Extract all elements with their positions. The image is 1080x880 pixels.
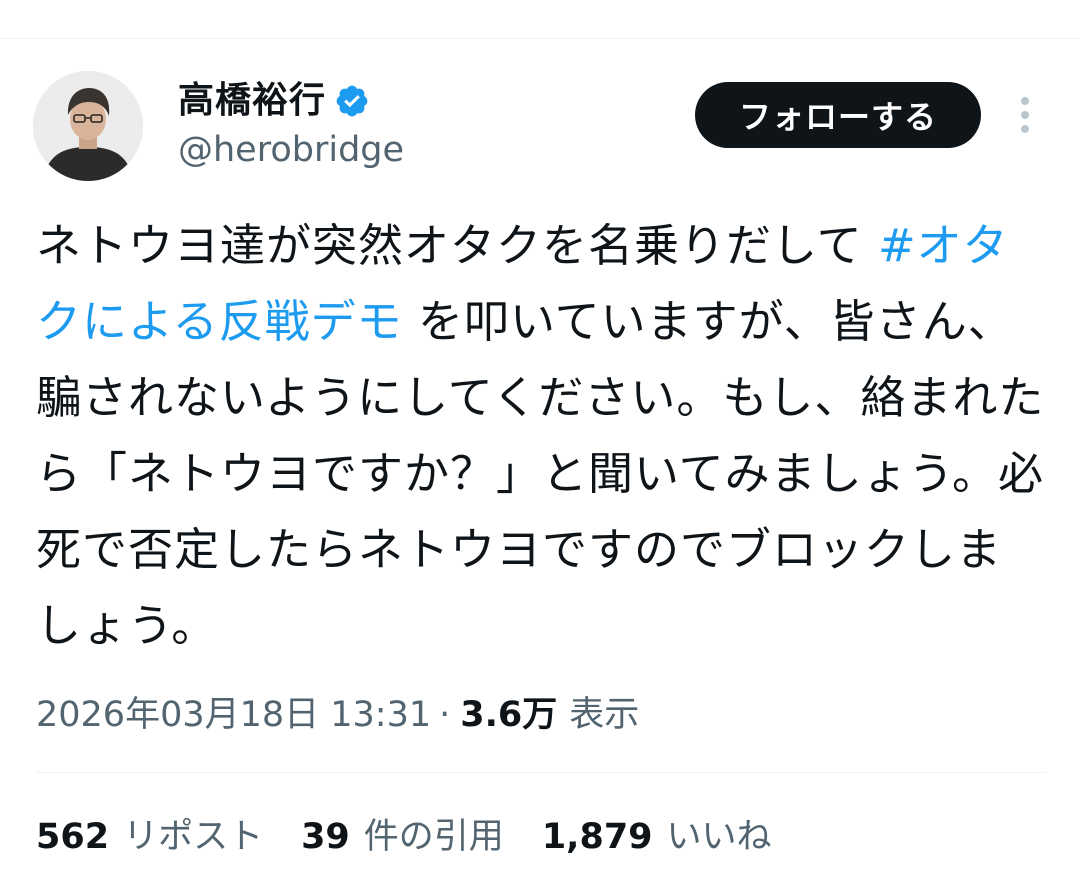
more-dot <box>1021 97 1029 105</box>
tweet-text-part: を叩いていますが、皆さん、騙されないようにしてください。もし、絡まれたら「ネトウ… <box>36 295 1045 652</box>
avatar-photo <box>33 71 143 181</box>
quotes-label: 件の引用 <box>363 817 504 857</box>
stats-divider <box>36 772 1046 773</box>
more-dot <box>1021 111 1029 119</box>
quotes-stat[interactable]: 39 件の引用 <box>301 812 504 862</box>
engagement-stats: 562 リポスト 39 件の引用 1,879 いいね <box>36 812 810 862</box>
reposts-count: 562 <box>36 817 110 857</box>
reposts-stat[interactable]: 562 リポスト <box>36 812 263 862</box>
avatar[interactable] <box>33 71 143 181</box>
verified-badge-icon <box>336 85 368 117</box>
reposts-label: リポスト <box>123 817 264 857</box>
author-display-name[interactable]: 高橋裕行 <box>178 75 326 127</box>
likes-stat[interactable]: 1,879 いいね <box>542 812 772 862</box>
views-count: 3.6万 <box>460 695 558 735</box>
tweet-detail-page: 高橋裕行 @herobridge フォローする ネトウヨ達が突然オタクを名乗りだ… <box>0 0 1080 880</box>
tweet-text-part: ネトウヨ達が突然オタクを名乗りだして <box>36 219 878 272</box>
top-divider <box>0 38 1080 39</box>
follow-button[interactable]: フォローする <box>695 82 981 148</box>
tweet-text: ネトウヨ達が突然オタクを名乗りだして #オタクによる反戦デモ を叩いていますが、… <box>36 208 1046 664</box>
views-label: 表示 <box>569 695 640 735</box>
tweet-meta: 2026年03月18日 13:31 · 3.6万 表示 <box>36 690 639 740</box>
meta-separator: · <box>439 695 451 735</box>
likes-count: 1,879 <box>541 817 653 857</box>
tweet-timestamp[interactable]: 2026年03月18日 13:31 <box>36 690 431 740</box>
quotes-count: 39 <box>301 817 350 857</box>
likes-label: いいね <box>666 817 772 857</box>
author-handle[interactable]: @herobridge <box>178 128 404 172</box>
more-dot <box>1021 125 1029 133</box>
author-name-row[interactable]: 高橋裕行 <box>178 75 370 127</box>
more-vertical-icon[interactable] <box>1010 95 1040 135</box>
